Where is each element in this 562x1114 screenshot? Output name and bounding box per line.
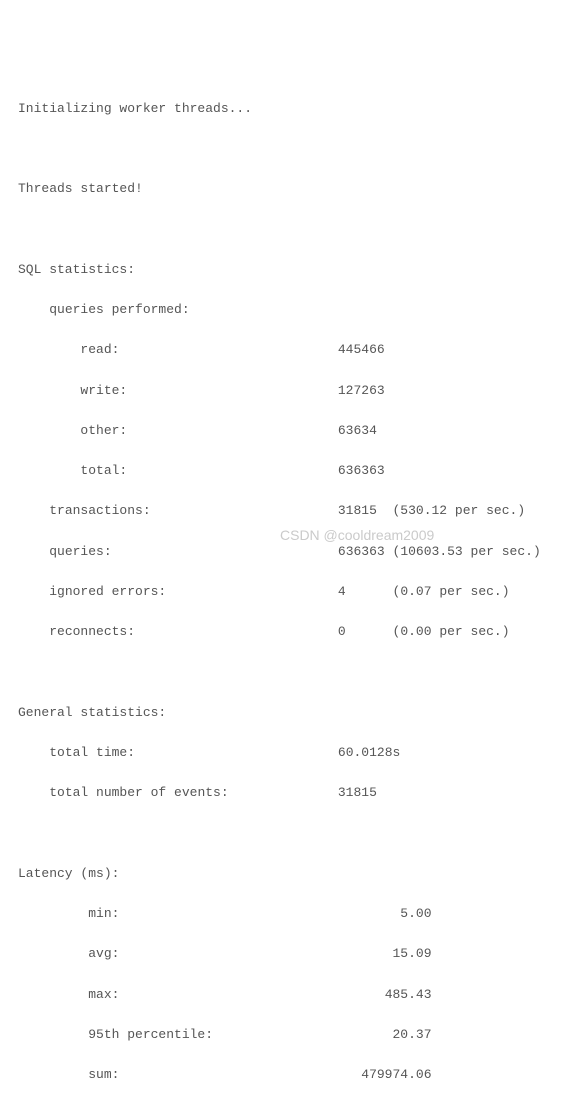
value: 4 xyxy=(338,584,346,599)
queries-row: queries: 636363 (10603.53 per sec.) xyxy=(18,542,544,562)
value: 63634 xyxy=(338,423,377,438)
queries-performed: queries performed: xyxy=(18,300,544,320)
total-time-row: total time: 60.0128s xyxy=(18,743,544,763)
latency-sum: sum: 479974.06 xyxy=(18,1065,544,1085)
transactions-row: transactions: 31815 (530.12 per sec.) xyxy=(18,501,544,521)
init-line: Initializing worker threads... xyxy=(18,99,544,119)
label: 95th percentile: xyxy=(88,1027,213,1042)
label: write: xyxy=(80,383,127,398)
blank xyxy=(18,139,544,159)
label: read: xyxy=(80,342,119,357)
read-row: read: 445466 xyxy=(18,340,544,360)
label: ignored errors: xyxy=(49,584,166,599)
other-row: other: 63634 xyxy=(18,421,544,441)
latency-avg: avg: 15.09 xyxy=(18,944,544,964)
label: transactions: xyxy=(49,503,150,518)
value: 5.00 xyxy=(400,906,431,921)
label: total time: xyxy=(49,745,135,760)
reconnects-row: reconnects: 0 (0.00 per sec.) xyxy=(18,622,544,642)
value: 31815 xyxy=(338,785,377,800)
label: reconnects: xyxy=(49,624,135,639)
blank xyxy=(18,1106,544,1114)
latency-title: Latency (ms): xyxy=(18,864,544,884)
general-title: General statistics: xyxy=(18,703,544,723)
value: 636363 xyxy=(338,544,385,559)
value: 20.37 xyxy=(392,1027,431,1042)
ignored-row: ignored errors: 4 (0.07 per sec.) xyxy=(18,582,544,602)
blank xyxy=(18,219,544,239)
rate: (0.07 per sec.) xyxy=(393,584,510,599)
latency-p95: 95th percentile: 20.37 xyxy=(18,1025,544,1045)
value: 127263 xyxy=(338,383,385,398)
label: avg: xyxy=(88,946,119,961)
label: total number of events: xyxy=(49,785,228,800)
latency-max: max: 485.43 xyxy=(18,985,544,1005)
write-row: write: 127263 xyxy=(18,381,544,401)
rate: (0.00 per sec.) xyxy=(393,624,510,639)
latency-min: min: 5.00 xyxy=(18,904,544,924)
blank xyxy=(18,824,544,844)
value: 31815 xyxy=(338,503,377,518)
rate: (530.12 per sec.) xyxy=(393,503,526,518)
label: sum: xyxy=(88,1067,119,1082)
value: 60.0128s xyxy=(338,745,400,760)
value: 15.09 xyxy=(392,946,431,961)
value: 445466 xyxy=(338,342,385,357)
total-row: total: 636363 xyxy=(18,461,544,481)
started-line: Threads started! xyxy=(18,179,544,199)
rate: (10603.53 per sec.) xyxy=(393,544,541,559)
sql-title: SQL statistics: xyxy=(18,260,544,280)
label: min: xyxy=(88,906,119,921)
value: 485.43 xyxy=(385,987,432,1002)
value: 0 xyxy=(338,624,346,639)
label: max: xyxy=(88,987,119,1002)
events-row: total number of events: 31815 xyxy=(18,783,544,803)
label: other: xyxy=(80,423,127,438)
label: queries: xyxy=(49,544,111,559)
value: 479974.06 xyxy=(361,1067,431,1082)
label: total: xyxy=(80,463,127,478)
value: 636363 xyxy=(338,463,385,478)
blank xyxy=(18,663,544,683)
label: queries performed: xyxy=(49,302,189,317)
